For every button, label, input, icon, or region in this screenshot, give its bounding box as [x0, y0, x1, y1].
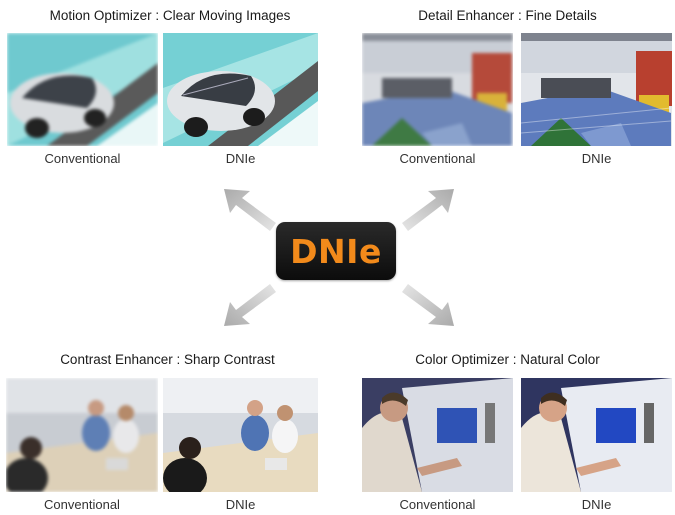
motion-optimizer-title: Motion Optimizer : Clear Moving Images	[49, 8, 291, 23]
detail-dnie-photo	[521, 33, 672, 146]
motion-dnie-caption: DNIe	[225, 151, 256, 166]
contrast-dnie-photo	[163, 378, 318, 492]
color-dnie-photo	[521, 378, 672, 492]
arrow-down-left-icon	[224, 284, 276, 326]
arrow-up-left-icon	[224, 189, 276, 231]
contrast-dnie-caption: DNIe	[225, 497, 256, 512]
detail-enhancer-title: Detail Enhancer : Fine Details	[418, 8, 597, 23]
motion-dnie-photo	[163, 33, 318, 146]
detail-conventional-photo	[362, 33, 513, 146]
detail-dnie-caption: DNIe	[581, 151, 612, 166]
color-conventional-photo	[362, 378, 513, 492]
dnie-logo: DNIe	[276, 222, 396, 280]
contrast-conventional-photo	[6, 378, 158, 492]
color-conventional-caption: Conventional	[399, 497, 476, 512]
color-optimizer-title: Color Optimizer : Natural Color	[415, 352, 600, 367]
motion-conventional-caption: Conventional	[44, 151, 121, 166]
detail-conventional-caption: Conventional	[399, 151, 476, 166]
motion-conventional-photo	[7, 33, 158, 146]
contrast-conventional-caption: Conventional	[44, 497, 120, 512]
contrast-enhancer-title: Contrast Enhancer : Sharp Contrast	[60, 352, 275, 367]
arrow-down-right-icon	[402, 284, 454, 326]
arrow-up-right-icon	[402, 189, 454, 231]
color-dnie-caption: DNIe	[581, 497, 612, 512]
dnie-logo-text: DNIe	[290, 231, 382, 271]
